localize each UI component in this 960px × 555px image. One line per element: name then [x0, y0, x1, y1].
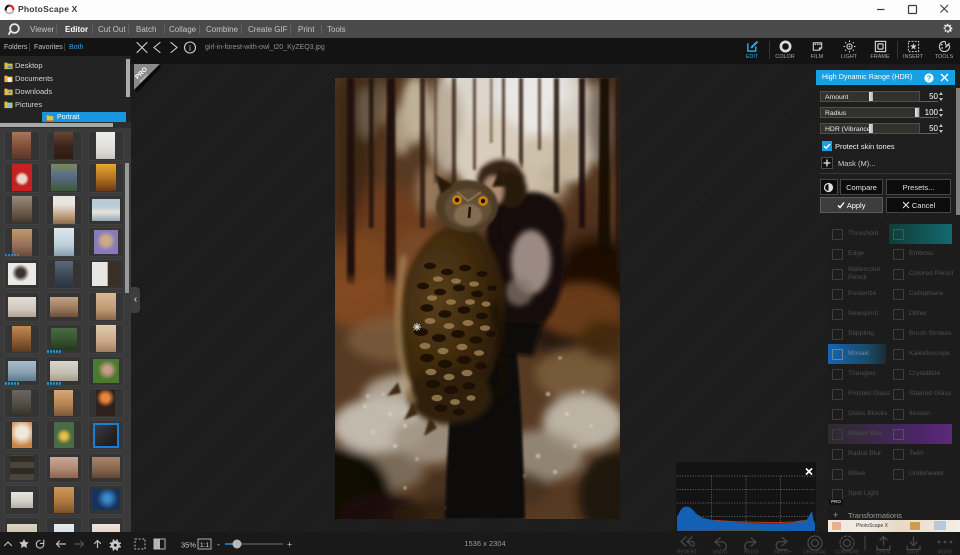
- svg-text:-: -: [217, 540, 220, 550]
- svg-text:REDO+: REDO+: [774, 550, 791, 555]
- svg-text:?: ?: [927, 73, 932, 82]
- svg-text:i: i: [189, 43, 192, 52]
- svg-text:UNDO: UNDO: [713, 550, 728, 555]
- svg-text:SAVE: SAVE: [907, 550, 921, 555]
- svg-text:1:1: 1:1: [200, 542, 209, 549]
- svg-text:ORIGINAL: ORIGINAL: [803, 550, 827, 555]
- svg-text:35%: 35%: [181, 541, 196, 550]
- svg-text:REVERT: REVERT: [677, 550, 697, 555]
- svg-text:+: +: [287, 540, 292, 550]
- svg-text:COMPARE: COMPARE: [835, 550, 861, 555]
- svg-text:MORE: MORE: [938, 550, 954, 555]
- svg-text:OPEN: OPEN: [876, 550, 891, 555]
- svg-text:REDO: REDO: [744, 550, 759, 555]
